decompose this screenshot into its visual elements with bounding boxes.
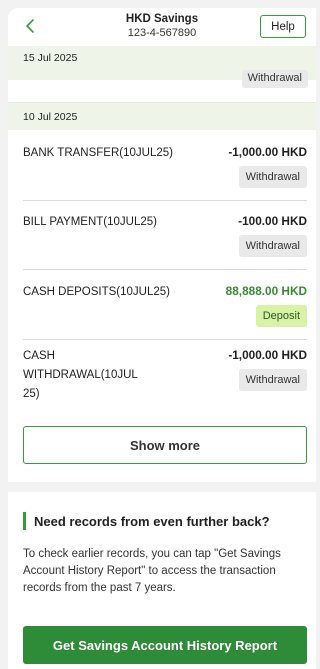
app-screen: HKD Savings 123-4-567890 Help 15 Jul 202… (8, 8, 316, 669)
section-heading: Need records from even further back? (23, 512, 270, 530)
transaction-row[interactable]: BILL PAYMENT(10JUL25) -100.00 HKD Withdr… (23, 213, 307, 259)
transaction-row[interactable]: CASH DEPOSITS(10JUL25) 88,888.00 HKD Dep… (23, 283, 307, 329)
date-label: 10 Jul 2025 (23, 111, 78, 123)
date-header: 10 Jul 2025 (8, 102, 316, 130)
section-title: Need records from even further back? (34, 513, 270, 529)
transaction-description: CASH DEPOSITS(10JUL25) (23, 286, 170, 298)
top-bar: HKD Savings 123-4-567890 Help (8, 8, 316, 46)
transaction-row[interactable]: BANK TRANSFER(10JUL25) -1,000.00 HKD Wit… (23, 144, 307, 190)
row-divider (23, 200, 307, 201)
transaction-description: BILL PAYMENT(10JUL25) (23, 216, 158, 228)
transaction-amount: -1,000.00 HKD (228, 348, 307, 362)
get-history-report-button[interactable]: Get Savings Account History Report (23, 626, 307, 664)
history-records-section: Need records from even further back? To … (8, 492, 316, 669)
transaction-amount: 88,888.00 HKD (225, 284, 307, 298)
section-body: To check earlier records, you can tap "G… (23, 548, 281, 594)
withdrawal-badge: Withdrawal (238, 235, 307, 257)
row-divider (23, 339, 307, 340)
withdrawal-badge: Withdrawal (241, 70, 308, 88)
deposit-badge: Deposit (255, 305, 307, 327)
withdrawal-badge: Withdrawal (238, 369, 307, 391)
transaction-amount: -100.00 HKD (238, 214, 307, 228)
show-more-button[interactable]: Show more (23, 426, 307, 464)
transaction-amount: -1,000.00 HKD (228, 145, 307, 159)
accent-bar (23, 512, 26, 530)
previous-row-fragment: Withdrawal (8, 70, 316, 102)
withdrawal-badge: Withdrawal (238, 166, 307, 188)
transaction-description: CASH WITHDRAWAL(10JUL 25) (23, 350, 138, 400)
row-divider (23, 269, 307, 270)
section-gap (8, 482, 316, 492)
date-label: 15 Jul 2025 (23, 52, 78, 64)
help-button[interactable]: Help (260, 15, 306, 38)
transaction-row[interactable]: CASH WITHDRAWAL(10JUL 25) -1,000.00 HKD … (23, 347, 307, 409)
transaction-description: BANK TRANSFER(10JUL25) (23, 147, 173, 159)
